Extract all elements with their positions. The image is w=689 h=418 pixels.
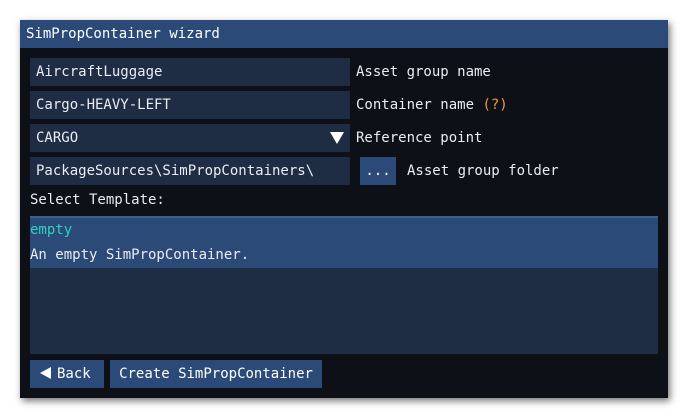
select-template-heading: Select Template:	[30, 192, 165, 208]
reference-point-selected: CARGO	[36, 130, 79, 146]
container-name-input[interactable]: Cargo-HEAVY-LEFT	[30, 91, 350, 119]
browse-folder-button[interactable]: ...	[360, 157, 396, 185]
reference-point-dropdown[interactable]: CARGO	[30, 124, 350, 152]
triangle-down-icon	[330, 132, 344, 144]
container-name-help-hint[interactable]: (?)	[482, 97, 507, 113]
create-simpropcontainer-button[interactable]: Create SimPropContainer	[110, 360, 322, 388]
triangle-left-icon	[40, 367, 51, 379]
asset-group-name-label: Asset group name	[356, 64, 491, 80]
reference-point-label: Reference point	[356, 130, 483, 146]
window-title: SimPropContainer wizard	[20, 20, 668, 48]
template-name: empty	[30, 222, 73, 238]
back-button-label: Back	[57, 366, 91, 382]
template-list[interactable]: empty An empty SimPropContainer.	[30, 216, 658, 354]
asset-group-folder-input[interactable]: PackageSources\SimPropContainers\	[30, 157, 350, 185]
asset-group-name-input[interactable]: AircraftLuggage	[30, 58, 350, 86]
asset-group-folder-label: Asset group folder	[407, 163, 559, 179]
wizard-window: SimPropContainer wizard AircraftLuggage …	[20, 20, 668, 398]
template-item-empty[interactable]: empty An empty SimPropContainer.	[30, 218, 658, 268]
container-name-label: Container name	[356, 97, 475, 113]
template-description: An empty SimPropContainer.	[30, 247, 250, 263]
container-name-label-group: Container name (?)	[356, 91, 508, 119]
back-button[interactable]: Back	[30, 360, 104, 388]
dropdown-arrow-icon[interactable]	[324, 124, 350, 152]
